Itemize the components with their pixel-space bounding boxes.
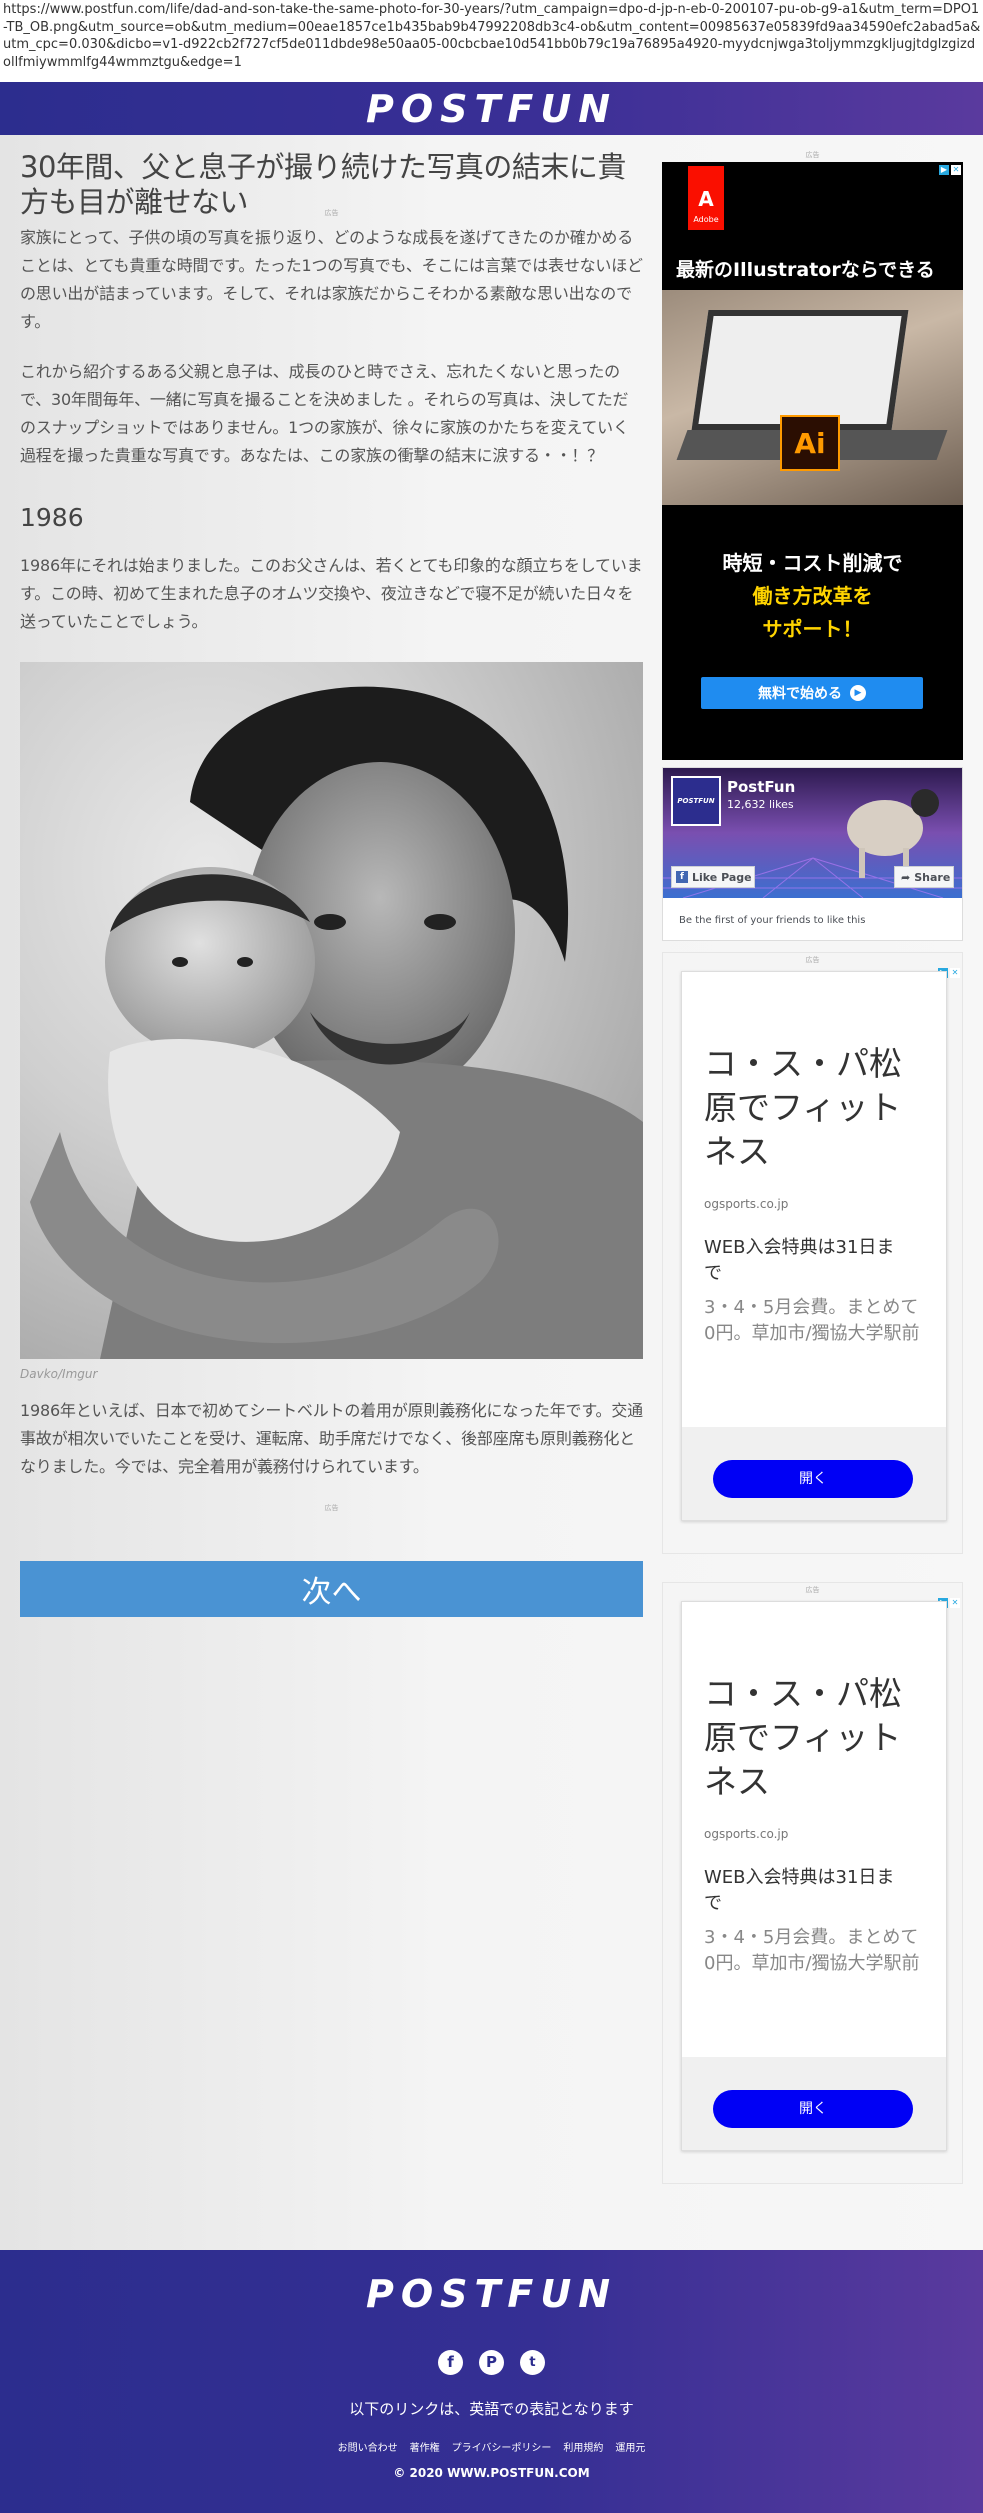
fb-page-avatar[interactable]: POSTFUN	[671, 776, 721, 826]
gym-ad-1-cta-button[interactable]: 開く	[713, 1460, 913, 1498]
article: 30年間、父と息子が撮り続けた写真の結末に貴方も目が離せない 広告 家族にとって…	[20, 150, 643, 1617]
gym-ad-2-cta-button[interactable]: 開く	[713, 2090, 913, 2128]
facebook-icon[interactable]: f	[438, 2350, 463, 2375]
adobe-cta-label: 無料で始める	[758, 686, 842, 702]
footer-link-terms[interactable]: 利用規約	[563, 2439, 603, 2454]
site-footer: POSTFUN f P t 以下のリンクは、英語での表記となります お問い合わせ…	[0, 2250, 983, 2513]
adobe-headline: 最新のIllustratorならできる	[676, 259, 935, 281]
footer-link-privacy[interactable]: プライバシーポリシー	[452, 2439, 552, 2454]
adobe-copy-line3: サポート！	[762, 617, 863, 641]
gym-ad-2-domain[interactable]: ogsports.co.jp	[704, 1827, 788, 1841]
fb-like-page-button[interactable]: f Like Page	[671, 866, 755, 888]
intro-paragraph-1: 家族にとって、子供の頃の写真を振り返り、どのような成長を遂げてきたのか確かめるこ…	[20, 228, 643, 331]
gym-ad-2-headline: コ・ス・パ松原でフィットネス	[704, 1674, 902, 1801]
footer-link-operator[interactable]: 運用元	[615, 2439, 645, 2454]
photo-credit: Davko/Imgur	[20, 1367, 98, 1381]
adobe-copy-line2: 働き方改革を	[752, 584, 873, 608]
play-circle-icon: ▶	[850, 685, 866, 701]
adobe-brand-text: Adobe	[693, 215, 719, 224]
twitter-icon[interactable]: t	[520, 2350, 545, 2375]
fb-page-likes: 12,632 likes	[727, 798, 794, 811]
gym-ad-1-label: 広告	[805, 956, 820, 964]
adchoices-icon[interactable]: ▶	[939, 165, 949, 175]
gym-ad-1[interactable]: 広告 ▶ ✕ コ・ス・パ松原でフィットネス ogsports.co.jp WEB…	[662, 952, 963, 1554]
adobe-cta-button[interactable]: 無料で始める ▶	[701, 677, 923, 709]
gym-ad-2-body: 3・4・5月会費。まとめて0円。草加市/獨協大学駅前	[704, 1927, 920, 1974]
gym-ad-1-domain[interactable]: ogsports.co.jp	[704, 1197, 788, 1211]
fb-avatar-text: POSTFUN	[677, 797, 715, 805]
adobe-a-icon: A	[698, 187, 714, 211]
gym-ad-1-headline: コ・ス・パ松原でフィットネス	[704, 1044, 902, 1171]
footer-link-copyright[interactable]: 著作権	[410, 2439, 440, 2454]
fb-page-name[interactable]: PostFun	[727, 778, 795, 796]
illustrator-icon-text: Ai	[794, 426, 826, 460]
social-icons: f P t	[0, 2350, 983, 2375]
adchoices-badge[interactable]: ▶ ✕	[939, 164, 961, 176]
article-photo	[20, 662, 643, 1359]
ad-close-icon[interactable]: ✕	[951, 165, 961, 175]
gym-ad-2-title: WEB入会特典は31日まで	[704, 1867, 895, 1914]
footer-logo[interactable]: POSTFUN	[0, 2272, 983, 2316]
laptop-screen	[691, 310, 909, 430]
footer-note: 以下のリンクは、英語での表記となります	[349, 2400, 634, 2418]
gym-ad-2[interactable]: 広告 ▶ ✕ コ・ス・パ松原でフィットネス ogsports.co.jp WEB…	[662, 1582, 963, 2184]
gym-ad-1-card[interactable]: コ・ス・パ松原でフィットネス ogsports.co.jp WEB入会特典は31…	[681, 971, 947, 1521]
adobe-logo: A Adobe	[688, 166, 724, 230]
adobe-ad[interactable]: ▶ ✕ A Adobe 最新のIllustratorならできる Ai 時短・コス…	[662, 162, 963, 760]
site-header: POSTFUN	[0, 82, 983, 135]
footer-link-contact[interactable]: お問い合わせ	[338, 2439, 398, 2454]
gym-ad-1-body: 3・4・5月会費。まとめて0円。草加市/獨協大学駅前	[704, 1297, 920, 1344]
footer-copyright: © 2020 WWW.POSTFUN.COM	[393, 2466, 590, 2480]
fb-share-button[interactable]: ➦ Share	[894, 866, 954, 888]
father-son-photo-illustration	[20, 662, 643, 1359]
year-heading: 1986	[20, 503, 84, 532]
url-bar[interactable]: https://www.postfun.com/life/dad-and-son…	[0, 0, 983, 82]
gym-ad-2-label: 広告	[805, 1586, 820, 1594]
intro-paragraph-2: これから紹介するある父親と息子は、成長のひと時でさえ、忘れたくないと思ったので、…	[20, 362, 629, 465]
pinterest-icon[interactable]: P	[479, 2350, 504, 2375]
share-arrow-icon: ➦	[901, 870, 911, 884]
illustrator-app-icon: Ai	[780, 415, 840, 471]
gym-ad-1-title: WEB入会特典は31日まで	[704, 1237, 895, 1284]
gym-ad-2-card[interactable]: コ・ス・パ松原でフィットネス ogsports.co.jp WEB入会特典は31…	[681, 1601, 947, 2151]
bottom-ad-label: 広告	[324, 1504, 339, 1512]
site-logo[interactable]: POSTFUN	[366, 87, 617, 131]
fb-share-label: Share	[914, 870, 951, 884]
ad-close-icon[interactable]: ✕	[950, 968, 960, 978]
footer-links: お問い合わせ 著作権 プライバシーポリシー 利用規約 運用元	[0, 2439, 983, 2454]
facebook-page-widget[interactable]: POSTFUN PostFun 12,632 likes f Like Page…	[662, 767, 963, 941]
sidebar: 広告 ▶ ✕ A Adobe 最新のIllustratorならできる Ai 時短…	[662, 150, 963, 2184]
sidebar-ad-label: 広告	[805, 151, 820, 159]
facebook-f-icon: f	[676, 871, 688, 883]
next-page-button[interactable]: 次へ	[20, 1561, 643, 1617]
fb-friends-text: Be the first of your friends to like thi…	[679, 915, 866, 926]
year-paragraph: 1986年にそれは始まりました。このお父さんは、若くとても印象的な顔立ちをしてい…	[20, 556, 643, 631]
laptop-image: Ai	[662, 290, 963, 505]
fb-like-label: Like Page	[692, 870, 752, 884]
adobe-copy-line1: 時短・コスト削減で	[722, 551, 903, 575]
after-photo-paragraph: 1986年といえば、日本で初めてシートベルトの着用が原則義務化になった年です。交…	[20, 1401, 643, 1476]
ad-close-icon[interactable]: ✕	[950, 1598, 960, 1608]
